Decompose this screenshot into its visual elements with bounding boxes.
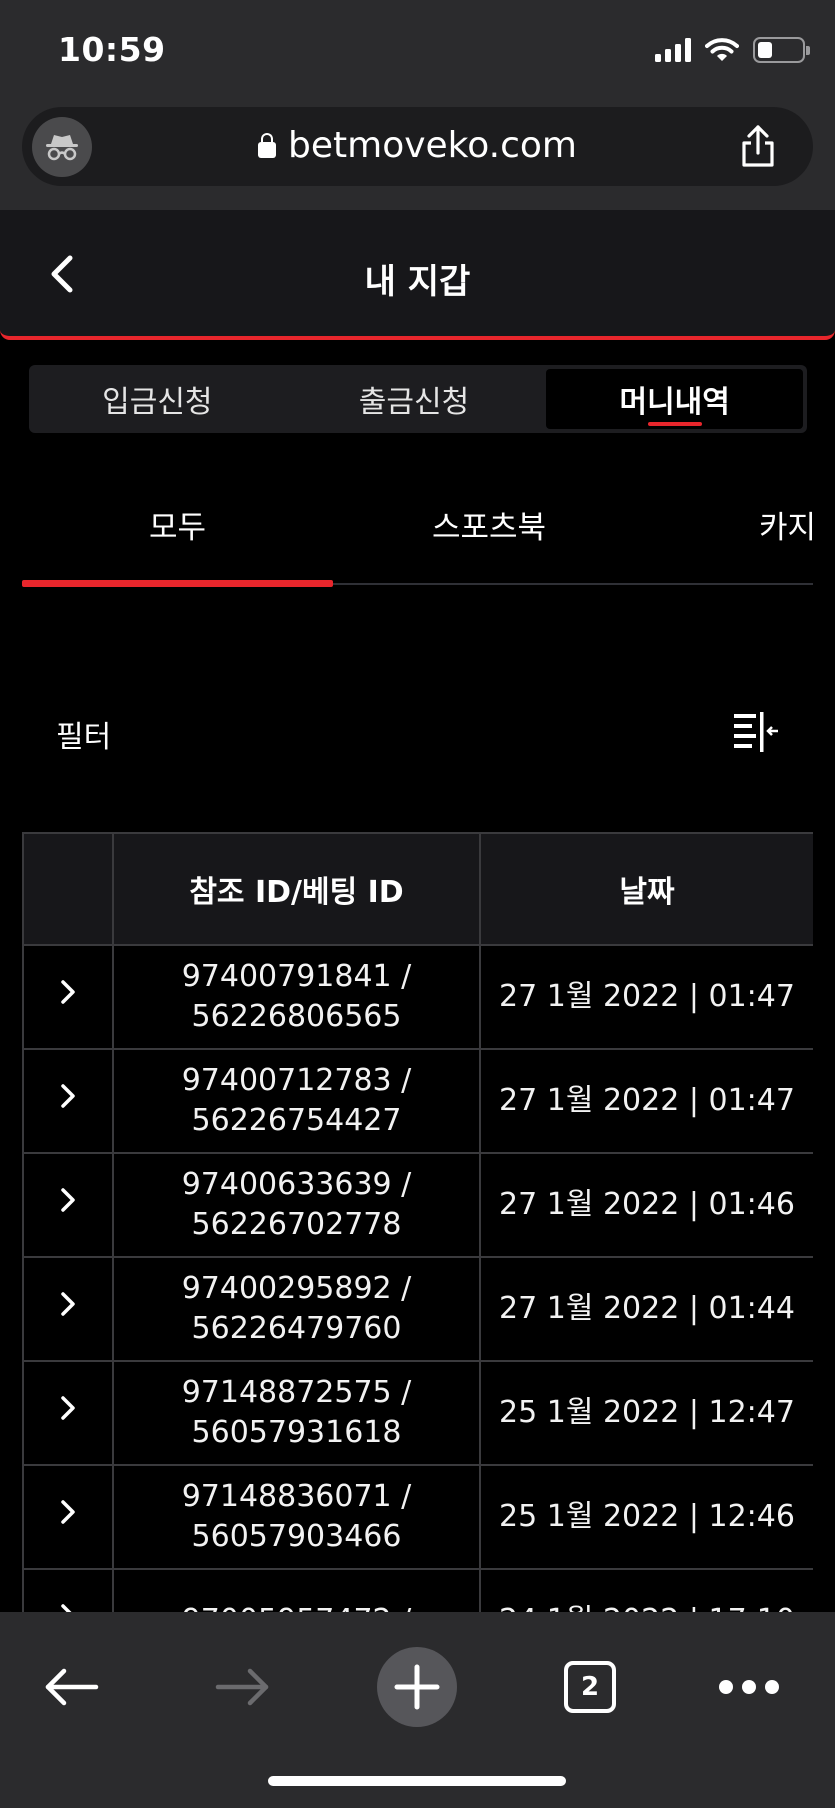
- date-cell: 27 1월 2022 | 01:47: [479, 944, 813, 1050]
- category-tab-sportsbook[interactable]: 스포츠북: [432, 502, 546, 547]
- wifi-icon: [705, 38, 739, 61]
- more-horizontal-icon: [719, 1680, 779, 1694]
- status-icons: [655, 34, 810, 66]
- date-cell: 27 1월 2022 | 01:46: [479, 1152, 813, 1258]
- ref-id: 97400712783 /: [181, 1063, 412, 1098]
- browser-back-button[interactable]: [26, 1642, 116, 1732]
- plus-icon: [377, 1647, 457, 1727]
- chevron-right-icon: [61, 1187, 75, 1212]
- chevron-right-icon: [61, 1083, 75, 1108]
- category-tab-all[interactable]: 모두: [149, 502, 206, 547]
- battery-icon: [753, 37, 810, 63]
- ref-bet-id-cell: 97148836071 / 56057903466: [112, 1464, 481, 1570]
- tab-label: 출금신청: [358, 385, 470, 420]
- table-row[interactable]: 97400712783 / 56226754427 27 1월 2022 | 01…: [22, 1048, 813, 1154]
- ref-id: 97005957472 /: [114, 1601, 479, 1612]
- expand-cell[interactable]: [22, 1256, 114, 1362]
- tabs-button[interactable]: 2: [545, 1642, 635, 1732]
- cellular-signal-icon: [655, 38, 691, 62]
- tab-withdraw-request[interactable]: 출금신청: [286, 365, 543, 433]
- expand-cell[interactable]: [22, 1152, 114, 1258]
- expand-cell[interactable]: [22, 1048, 114, 1154]
- table-row[interactable]: 97148872575 / 56057931618 25 1월 2022 | 12…: [22, 1360, 813, 1466]
- date-cell: 27 1월 2022 | 01:44: [479, 1256, 813, 1362]
- active-tab-underline: [647, 422, 702, 426]
- chevron-right-icon: [61, 1603, 72, 1612]
- ref-bet-id-cell: 97148872575 / 56057931618: [112, 1360, 481, 1466]
- ref-id: 97148836071 /: [181, 1479, 412, 1514]
- column-header-date: 날짜: [479, 832, 813, 946]
- tab-label: 머니내역: [619, 385, 730, 420]
- chevron-right-icon: [61, 1499, 75, 1524]
- category-tabs: 모두 스포츠북 카지: [22, 480, 835, 588]
- lock-icon: [258, 133, 277, 158]
- home-indicator[interactable]: [268, 1776, 566, 1786]
- expand-cell[interactable]: [22, 1360, 114, 1466]
- url-display[interactable]: betmoveko.com: [22, 125, 813, 166]
- url-bar[interactable]: betmoveko.com: [22, 107, 813, 186]
- chevron-right-icon: [61, 979, 75, 1004]
- bet-id: 56057903466: [191, 1519, 402, 1554]
- bet-id: 56057931618: [191, 1415, 402, 1450]
- arrow-right-icon: [215, 1668, 269, 1706]
- tab-money-history[interactable]: 머니내역: [546, 369, 804, 429]
- bet-id: 56226806565: [191, 999, 402, 1034]
- table-row[interactable]: 97400791841 / 56226806565 27 1월 2022 | 01…: [22, 944, 813, 1050]
- ref-id: 97400633639 /: [181, 1167, 412, 1202]
- page-title: 내 지갑: [364, 262, 471, 302]
- ref-bet-id-cell: 97400295892 / 56226479760: [112, 1256, 481, 1362]
- page: 10:59 betmoveko.com 내 지갑 입금신청 출금신청 머니내역 …: [0, 0, 835, 1808]
- ref-bet-id-cell: 97400712783 / 56226754427: [112, 1048, 481, 1154]
- browser-forward-button[interactable]: [198, 1642, 288, 1732]
- ref-id: 97400295892 /: [181, 1271, 412, 1306]
- ref-bet-id-cell: 97400791841 / 56226806565: [112, 944, 481, 1050]
- column-header-ref-bet-id: 참조 ID/베팅 ID: [112, 832, 481, 946]
- history-table-container[interactable]: 참조 ID/베팅 ID 날짜 97400791841 / 56226806565 …: [22, 832, 813, 1612]
- chevron-right-icon: [61, 1395, 75, 1420]
- history-table: 참조 ID/베팅 ID 날짜 97400791841 / 56226806565 …: [22, 832, 813, 1612]
- ref-id: 97148872575 /: [181, 1375, 412, 1410]
- chevron-right-icon: [61, 1291, 75, 1316]
- filter-label: 필터: [56, 720, 112, 755]
- date-cell: 25 1월 2022 | 12:47: [479, 1360, 813, 1466]
- arrow-left-icon: [45, 1668, 99, 1706]
- table-header-row: 참조 ID/베팅 ID 날짜: [22, 832, 813, 946]
- filter-list-icon[interactable]: [730, 710, 780, 754]
- app-header: 내 지갑: [0, 210, 835, 340]
- share-icon[interactable]: [733, 121, 783, 171]
- column-header-expand: [22, 832, 114, 946]
- status-time: 10:59: [58, 30, 166, 69]
- tab-label: 입금신청: [102, 385, 213, 420]
- table-row[interactable]: 97400633639 / 56226702778 27 1월 2022 | 01…: [22, 1152, 813, 1258]
- bet-id: 56226479760: [191, 1311, 402, 1346]
- tab-deposit-request[interactable]: 입금신청: [29, 365, 286, 433]
- ref-bet-id-cell: 97005957472 /: [112, 1568, 481, 1612]
- bet-id: 56226754427: [191, 1103, 402, 1138]
- ref-bet-id-cell: 97400633639 / 56226702778: [112, 1152, 481, 1258]
- expand-cell[interactable]: [22, 1568, 114, 1612]
- new-tab-button[interactable]: [372, 1642, 462, 1732]
- wallet-segment-control: 입금신청 출금신청 머니내역: [29, 365, 807, 433]
- table-row[interactable]: 97005957472 / 24 1월 2022 | 17:10: [22, 1568, 813, 1612]
- expand-cell[interactable]: [22, 1464, 114, 1570]
- active-category-indicator: [22, 580, 333, 587]
- date-cell: 24 1월 2022 | 17:10: [479, 1568, 813, 1612]
- tab-count-badge: 2: [564, 1661, 616, 1713]
- date-cell: 27 1월 2022 | 01:47: [479, 1048, 813, 1154]
- category-tab-casino[interactable]: 카지: [759, 502, 816, 547]
- more-button[interactable]: [704, 1642, 794, 1732]
- bet-id: 56226702778: [191, 1207, 402, 1242]
- ref-id: 97400791841 /: [181, 959, 412, 994]
- table-row[interactable]: 97148836071 / 56057903466 25 1월 2022 | 12…: [22, 1464, 813, 1570]
- url-text: betmoveko.com: [288, 125, 577, 166]
- date-cell: 25 1월 2022 | 12:46: [479, 1464, 813, 1570]
- table-row[interactable]: 97400295892 / 56226479760 27 1월 2022 | 01…: [22, 1256, 813, 1362]
- browser-top-chrome: 10:59 betmoveko.com: [0, 0, 835, 210]
- expand-cell[interactable]: [22, 944, 114, 1050]
